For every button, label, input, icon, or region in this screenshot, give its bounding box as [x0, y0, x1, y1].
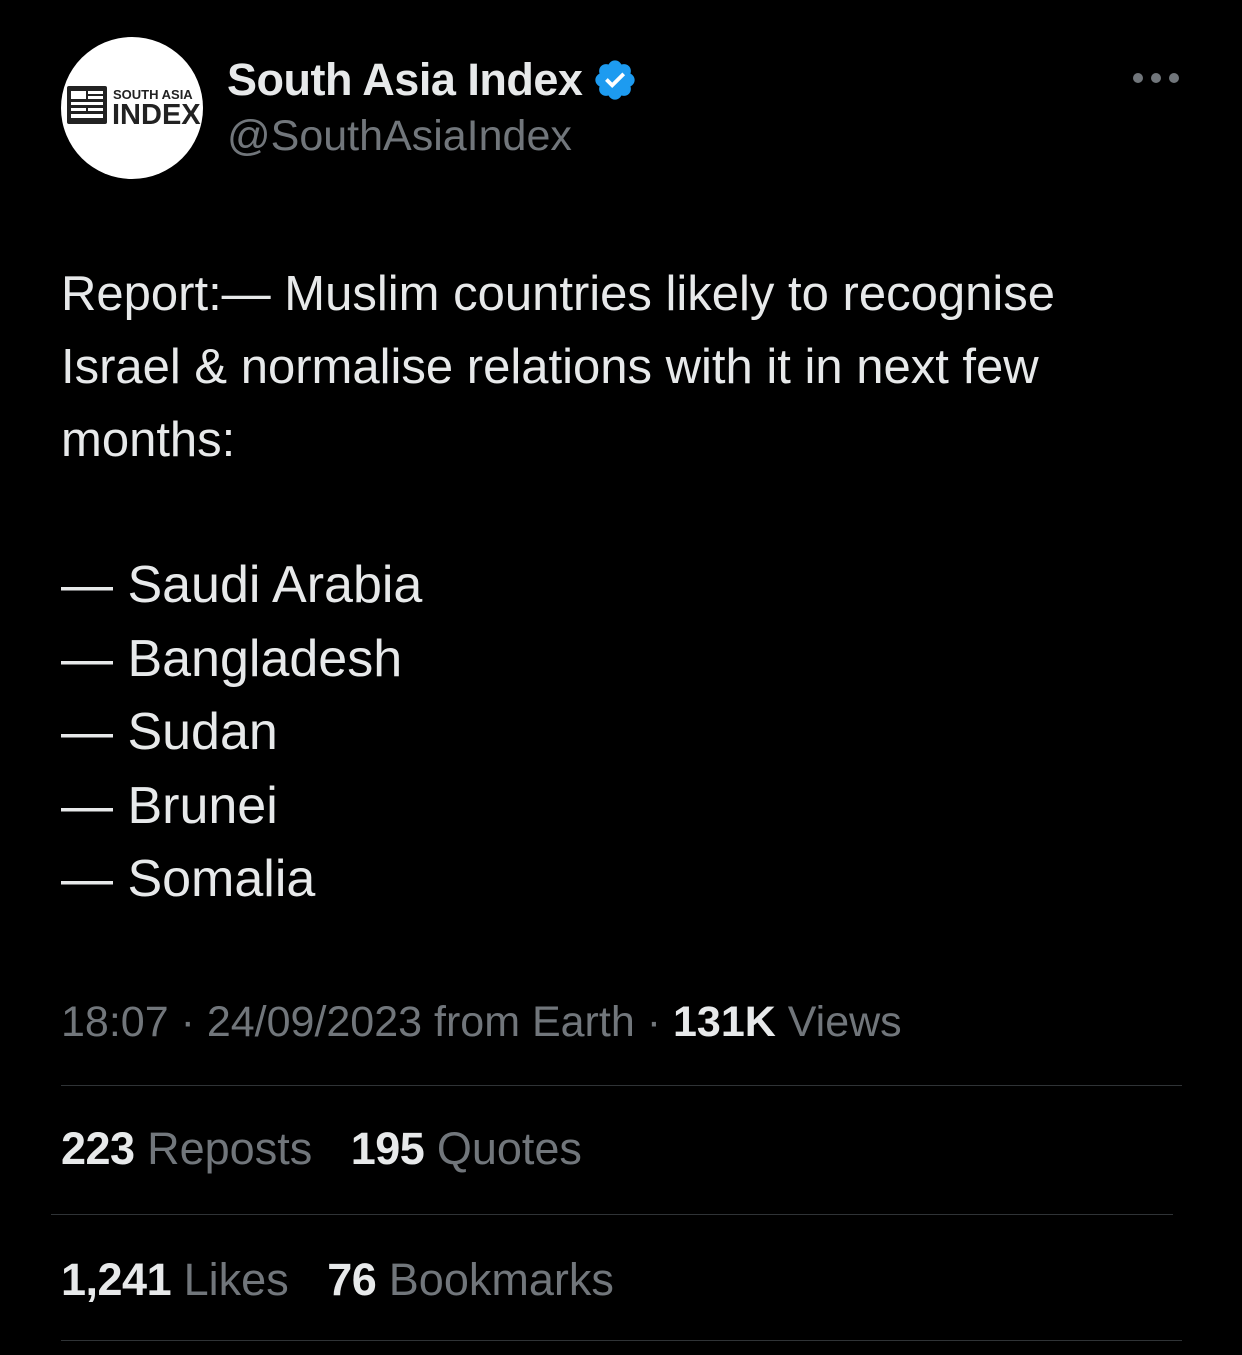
views-count: 131K: [672, 998, 776, 1046]
quotes-stat[interactable]: 195 Quotes: [351, 1121, 582, 1177]
tweet-time[interactable]: 18:07: [61, 998, 169, 1046]
list-item: — Somalia: [61, 850, 316, 908]
separator: ·: [646, 998, 662, 1046]
tweet-country-list: — Saudi Arabia — Bangladesh — Sudan — Br…: [61, 549, 422, 917]
divider: [61, 1085, 1182, 1086]
display-name[interactable]: South Asia Index: [227, 54, 583, 106]
tweet-text-line: months:: [61, 413, 236, 467]
reposts-stat[interactable]: 223 Reposts: [61, 1121, 312, 1177]
avatar[interactable]: SOUTH ASIA INDEX: [61, 37, 203, 179]
tweet-text-line: Report:— Muslim countries likely to reco…: [61, 267, 1055, 321]
tweet-text-line: Israel & normalise relations with it in …: [61, 340, 1039, 394]
engagement-row-1: 223 Reposts 195 Quotes: [61, 1121, 608, 1177]
logo-mark-icon: [67, 86, 107, 124]
author-handle[interactable]: @SouthAsiaIndex: [227, 112, 572, 161]
quotes-count: 195: [350, 1123, 425, 1174]
more-horizontal-icon: [1133, 73, 1179, 83]
south-asia-index-logo: SOUTH ASIA INDEX: [67, 86, 201, 131]
list-item: — Brunei: [61, 776, 278, 835]
quotes-label: Quotes: [436, 1123, 582, 1174]
likes-stat[interactable]: 1,241 Likes: [61, 1252, 289, 1308]
author-name-row[interactable]: South Asia Index: [227, 52, 638, 108]
bookmarks-label: Bookmarks: [388, 1254, 614, 1305]
list-item: — Bangladesh: [61, 629, 403, 688]
tweet-source: from Earth: [434, 998, 635, 1046]
tweet-detail: SOUTH ASIA INDEX South Asia Index @South…: [0, 0, 1242, 1355]
list-item: — Saudi Arabia: [61, 556, 423, 614]
logo-text-bottom: INDEX: [112, 99, 201, 131]
tweet-meta: 18:07 · 24/09/2023 from Earth · 131K Vie…: [61, 996, 902, 1048]
divider: [51, 1214, 1173, 1215]
verified-badge-icon: [592, 57, 638, 103]
likes-label: Likes: [183, 1254, 289, 1305]
bookmarks-count: 76: [327, 1254, 377, 1305]
views-label: Views: [787, 998, 902, 1046]
separator: ·: [180, 998, 195, 1046]
reposts-count: 223: [61, 1123, 135, 1174]
reposts-label: Reposts: [147, 1123, 313, 1174]
tweet-date[interactable]: 24/09/2023: [207, 998, 422, 1046]
list-item: — Sudan: [61, 703, 278, 761]
likes-count: 1,241: [61, 1254, 172, 1305]
tweet-text: Report:— Muslim countries likely to reco…: [61, 258, 1201, 477]
engagement-row-2: 1,241 Likes 76 Bookmarks: [61, 1252, 640, 1308]
bookmarks-stat[interactable]: 76 Bookmarks: [327, 1252, 614, 1308]
more-options-button[interactable]: [1128, 60, 1184, 96]
divider: [61, 1340, 1182, 1341]
